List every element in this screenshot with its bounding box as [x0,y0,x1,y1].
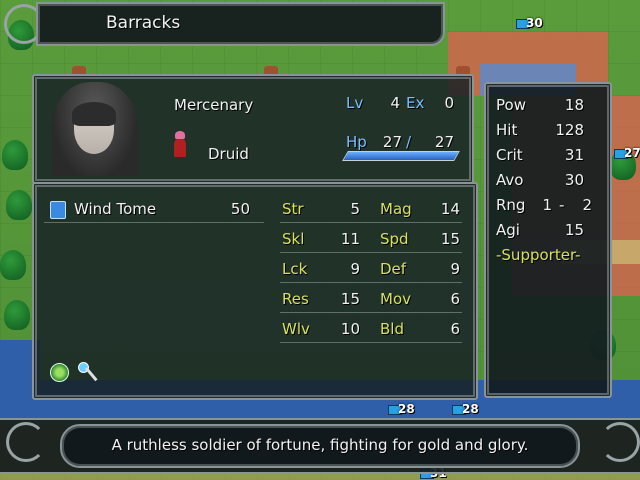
stat-value-lck: 9 [350,260,360,278]
stat-value-mag: 14 [440,200,460,218]
item-name[interactable]: Wind Tome [74,200,156,218]
stat-label-res: Res [282,290,309,308]
stat-value-spd: 15 [440,230,460,248]
skill-name[interactable]: -Supporter- [496,246,581,264]
stat-label-mov: Mov [380,290,411,308]
stat-label-mag: Mag [380,200,412,218]
tree-icon [0,250,26,280]
hood-shadow [72,102,116,126]
stat-value-skl: 11 [340,230,360,248]
crit-label: Crit [496,146,523,164]
stat-label-def: Def [380,260,407,278]
book-icon [50,201,66,219]
pow-value: 18 [564,96,584,114]
corner-ornament [6,422,46,462]
hp-bar [342,151,460,161]
unit-hp-indicator[interactable]: 30 [516,16,543,30]
exp-value: 0 [444,94,454,112]
description-box: A ruthless soldier of fortune, fighting … [60,424,580,468]
staff-icon[interactable] [76,360,100,384]
level-value: 4 [390,94,400,112]
stat-value-wlv: 10 [340,320,360,338]
stat-label-lck: Lck [282,260,308,278]
divider [280,252,462,253]
hp-label: Hp [346,133,367,151]
hit-label: Hit [496,121,518,139]
hp-separator: / [406,133,412,151]
exp-label: Ex [406,94,425,112]
hp-current: 27 [382,133,402,151]
class-sprite-icon [172,131,188,157]
window-title: Barracks [106,13,181,33]
agi-value: 15 [564,221,584,239]
hit-value: 128 [555,121,584,139]
crit-value: 31 [564,146,584,164]
stat-value-def: 9 [450,260,460,278]
unit-description: A ruthless soldier of fortune, fighting … [111,436,529,454]
hp-max: 27 [434,133,454,151]
unit-hp-indicator[interactable]: 28 [452,402,479,416]
hp-bar-fill [343,152,459,160]
stat-value-str: 5 [350,200,360,218]
rng-separator: - [559,196,565,214]
unit-hp-indicator[interactable]: 28 [388,402,415,416]
title-bar: Barracks [36,2,445,46]
stat-label-bld: Bld [380,320,404,338]
divider [44,222,264,223]
unit-class: Druid [208,145,249,163]
divider [280,222,462,223]
stat-label-str: Str [282,200,304,218]
agi-label: Agi [496,221,520,239]
item-uses: 50 [230,200,250,218]
level-label: Lv [346,94,364,112]
divider [280,312,462,313]
stat-value-bld: 6 [450,320,460,338]
stat-value-res: 15 [340,290,360,308]
avo-label: Avo [496,171,524,189]
pow-label: Pow [496,96,526,114]
tree-icon [2,140,28,170]
unit-hp-indicator[interactable]: 27 [614,146,640,160]
divider [280,342,462,343]
unit-name: Mercenary [174,96,254,114]
avo-value: 30 [564,171,584,189]
rng-min: 1 [542,196,552,214]
rng-max: 2 [582,196,592,214]
skill-ring-icon[interactable] [50,363,69,382]
unit-portrait [44,80,144,176]
stat-label-wlv: Wlv [282,320,310,338]
rng-label: Rng [496,196,526,214]
stat-value-mov: 6 [450,290,460,308]
stat-label-skl: Skl [282,230,305,248]
tree-icon [4,300,30,330]
corner-ornament [600,422,640,462]
tree-icon [6,190,32,220]
stat-label-spd: Spd [380,230,409,248]
divider [280,282,462,283]
